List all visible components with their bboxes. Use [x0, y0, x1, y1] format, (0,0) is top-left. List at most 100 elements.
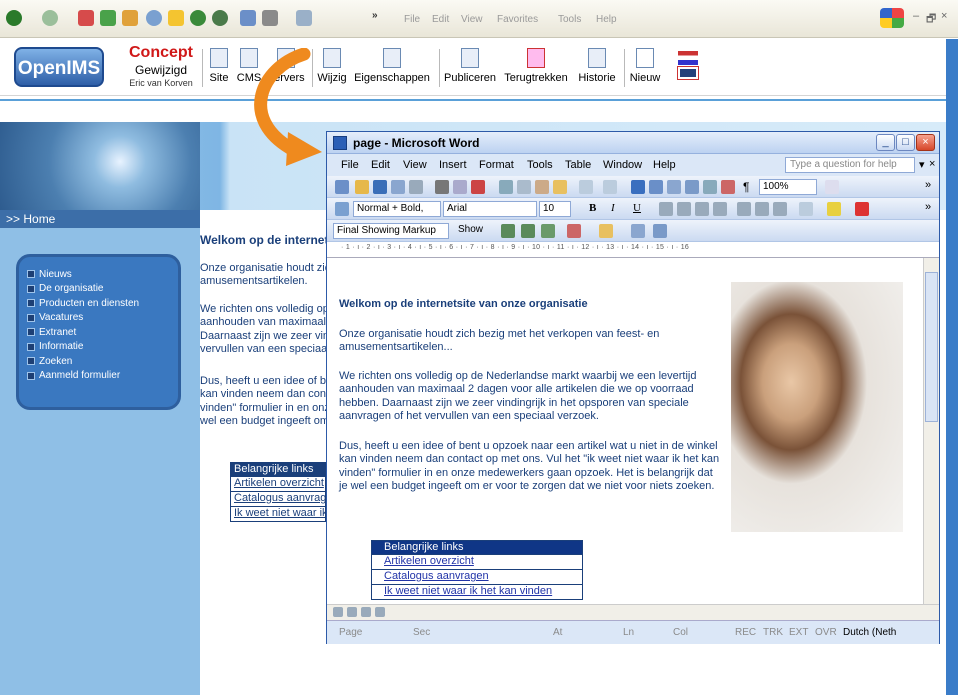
- breadcrumb-home[interactable]: >> Home: [0, 210, 200, 228]
- ie-menu-edit[interactable]: Edit: [432, 14, 449, 25]
- doc-link-artikelen-overzicht[interactable]: Artikelen overzicht: [371, 555, 583, 570]
- accept-change-icon[interactable]: [541, 224, 555, 238]
- nav-item-vacatures[interactable]: Vacatures: [27, 311, 178, 326]
- scroll-thumb[interactable]: [925, 272, 938, 422]
- styles-pane-icon[interactable]: [335, 202, 349, 216]
- doc-link-ik-weet-niet-waar[interactable]: Ik weet niet waar ik het kan vinden: [371, 585, 583, 600]
- columns-icon[interactable]: [703, 180, 717, 194]
- publiceren-button[interactable]: Publiceren: [442, 45, 498, 91]
- word-menu-help[interactable]: Help: [653, 159, 676, 171]
- word-horizontal-scrollbar[interactable]: [327, 604, 939, 620]
- cut-icon[interactable]: [499, 180, 513, 194]
- help-icon[interactable]: [825, 180, 839, 194]
- undo-icon[interactable]: [579, 180, 593, 194]
- help-search-input[interactable]: Type a question for help: [785, 157, 915, 173]
- word-titlebar[interactable]: page - Microsoft Word _ □ ×: [327, 132, 939, 154]
- status-trk[interactable]: TRK: [763, 627, 783, 638]
- spelling-icon[interactable]: [471, 180, 485, 194]
- underline-button[interactable]: U: [633, 202, 647, 216]
- nav-item-producten[interactable]: Producten en diensten: [27, 296, 178, 311]
- print-view-icon[interactable]: [361, 607, 371, 617]
- nav-item-aanmeld-formulier[interactable]: Aanmeld formulier: [27, 369, 178, 384]
- toolbar-chevron[interactable]: »: [372, 10, 378, 21]
- close-button[interactable]: ×: [941, 10, 947, 22]
- open-icon[interactable]: [355, 180, 369, 194]
- nav-item-nieuws[interactable]: Nieuws: [27, 267, 178, 282]
- english-flag-icon[interactable]: [677, 66, 699, 80]
- word-menu-tools[interactable]: Tools: [527, 159, 553, 171]
- word-menu-edit[interactable]: Edit: [371, 159, 390, 171]
- markup-select[interactable]: Final Showing Markup: [333, 223, 449, 239]
- word-menu-view[interactable]: View: [403, 159, 427, 171]
- insert-table-icon[interactable]: [667, 180, 681, 194]
- media-icon[interactable]: [190, 10, 206, 26]
- reviewing-pane-icon[interactable]: [653, 224, 667, 238]
- stop-icon[interactable]: [78, 10, 94, 26]
- word-menu-window[interactable]: Window: [603, 159, 642, 171]
- word-menu-format[interactable]: Format: [479, 159, 514, 171]
- word-maximize-button[interactable]: □: [896, 134, 915, 151]
- bold-button[interactable]: B: [589, 202, 603, 216]
- status-rec[interactable]: REC: [735, 627, 756, 638]
- reject-change-icon[interactable]: [567, 224, 581, 238]
- toolbar-options-icon[interactable]: »: [925, 179, 939, 193]
- link-ik-weet-niet-waar[interactable]: Ik weet niet waar ik het kan vinden: [230, 507, 326, 522]
- drawing-icon[interactable]: [721, 180, 735, 194]
- mail-icon[interactable]: [240, 10, 256, 26]
- border-icon[interactable]: [799, 202, 813, 216]
- link-artikelen-overzicht[interactable]: Artikelen overzicht: [230, 477, 326, 492]
- normal-view-icon[interactable]: [333, 607, 343, 617]
- favorites-icon[interactable]: [168, 10, 184, 26]
- align-center-icon[interactable]: [677, 202, 691, 216]
- tables-icon[interactable]: [649, 180, 663, 194]
- highlight-icon[interactable]: [827, 202, 841, 216]
- status-ovr[interactable]: OVR: [815, 627, 837, 638]
- word-menu-file[interactable]: File: [341, 159, 359, 171]
- minimize-button[interactable]: –: [913, 10, 919, 22]
- ie-menu-help[interactable]: Help: [596, 14, 617, 25]
- show-button[interactable]: Show: [455, 223, 495, 239]
- align-right-icon[interactable]: [695, 202, 709, 216]
- back-icon[interactable]: [6, 10, 22, 26]
- nav-item-informatie[interactable]: Informatie: [27, 340, 178, 355]
- font-size-select[interactable]: 10: [539, 201, 571, 217]
- word-close-button[interactable]: ×: [916, 134, 935, 151]
- nav-item-zoeken[interactable]: Zoeken: [27, 354, 178, 369]
- align-left-icon[interactable]: [659, 202, 673, 216]
- numbering-icon[interactable]: [737, 202, 751, 216]
- insert-excel-icon[interactable]: [685, 180, 699, 194]
- redo-icon[interactable]: [603, 180, 617, 194]
- document-body[interactable]: Welkom op de internetsite van onze organ…: [327, 258, 923, 604]
- italic-button[interactable]: I: [611, 202, 625, 216]
- format-painter-icon[interactable]: [553, 180, 567, 194]
- link-catalogus-aanvragen[interactable]: Catalogus aanvragen: [230, 492, 326, 507]
- toolbar-options-icon[interactable]: »: [925, 201, 939, 215]
- mail-icon[interactable]: [409, 180, 423, 194]
- word-menu-insert[interactable]: Insert: [439, 159, 467, 171]
- doc-link-catalogus-aanvragen[interactable]: Catalogus aanvragen: [371, 570, 583, 585]
- ie-menu-favorites[interactable]: Favorites: [497, 14, 538, 25]
- history-icon[interactable]: [212, 10, 228, 26]
- window-scrollbar[interactable]: [946, 39, 958, 695]
- bullets-icon[interactable]: [755, 202, 769, 216]
- permission-icon[interactable]: [391, 180, 405, 194]
- insert-comment-icon[interactable]: [599, 224, 613, 238]
- word-vertical-scrollbar[interactable]: [923, 258, 939, 604]
- nav-item-extranet[interactable]: Extranet: [27, 325, 178, 340]
- historie-button[interactable]: Historie: [574, 45, 620, 91]
- track-changes-icon[interactable]: [631, 224, 645, 238]
- status-ext[interactable]: EXT: [789, 627, 808, 638]
- font-color-icon[interactable]: [855, 202, 869, 216]
- search-icon[interactable]: [146, 10, 162, 26]
- restore-button[interactable]: 🗗: [926, 10, 936, 29]
- zoom-select[interactable]: 100%: [759, 179, 817, 195]
- print-preview-icon[interactable]: [453, 180, 467, 194]
- ie-menu-file[interactable]: File: [404, 14, 420, 25]
- doc-photo[interactable]: [731, 282, 903, 532]
- prev-change-icon[interactable]: [501, 224, 515, 238]
- print-icon[interactable]: [435, 180, 449, 194]
- openims-logo[interactable]: OpenIMS: [14, 47, 104, 87]
- home-icon[interactable]: [122, 10, 138, 26]
- paste-icon[interactable]: [535, 180, 549, 194]
- horizontal-ruler[interactable]: · 1 · ı · 2 · ı · 3 · ı · 4 · ı · 5 · ı …: [327, 242, 939, 258]
